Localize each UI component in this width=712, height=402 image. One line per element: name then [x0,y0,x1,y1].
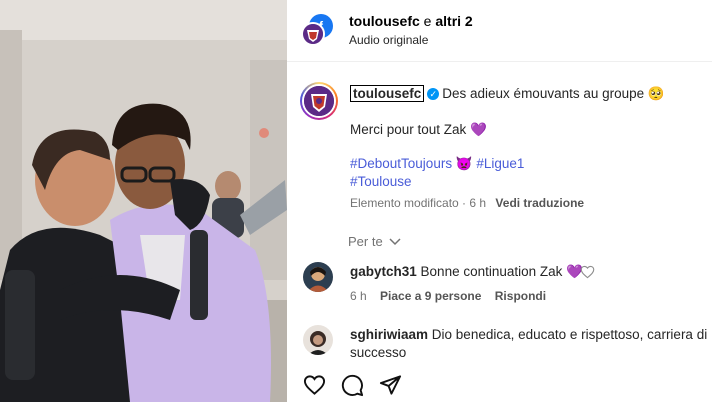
comment-avatar[interactable] [303,325,333,355]
see-translation-link[interactable]: Vedi traduzione [495,196,584,210]
author-username[interactable]: toulousefc [349,13,420,29]
heart-icon[interactable] [303,374,326,396]
caption-username[interactable]: toulousefc [350,85,425,102]
user-avatar-icon [303,325,333,355]
account-avatar[interactable] [301,22,325,46]
hashtag-ligue1[interactable]: #Ligue1 [476,156,524,171]
comment-username[interactable]: gabytch31 [350,264,417,279]
tfc-crest-icon [304,86,334,116]
hashtag-debouttoujours[interactable]: #DeboutToujours 👿 [350,156,476,171]
comment-likes-link[interactable]: Piace a 9 persone [380,289,481,303]
post-authors[interactable]: toulousefc e altri 2 [349,13,473,29]
user-avatar-icon [303,262,333,292]
authors-joiner: e [419,13,436,29]
caption-avatar[interactable] [300,82,338,120]
caption-first-line: toulousefc ✓ Des adieux émouvants au group… [350,85,665,102]
comment-1-meta: 6 h Piace a 9 persone Rispondi [350,289,546,303]
comment-2-line: sghiriwiaam Dio benedica, educato e risp… [350,327,707,342]
comment-1-line: gabytch31 Bonne continuation Zak 💜 [350,264,583,280]
for-you-dropdown[interactable]: Per te [348,234,401,249]
post-sidebar: f toulousefc e altri 2 Audio originale t… [287,0,712,402]
caption-second-line: Merci pour tout Zak 💜 [350,122,487,137]
caption-hashtags: #DeboutToujours 👿 #Ligue1 [350,156,524,172]
comment-icon[interactable] [341,374,364,397]
comment-like-icon[interactable] [580,265,595,279]
audio-label[interactable]: Audio originale [349,33,428,47]
for-you-label: Per te [348,234,383,249]
other-authors[interactable]: altri 2 [435,13,472,29]
edited-time: Elemento modificato · 6 h [350,196,487,210]
reply-button[interactable]: Rispondi [495,289,546,303]
comment-text: Bonne continuation Zak 💜 [420,264,583,279]
caption-text: Des adieux émouvants au groupe 🥺 [442,86,665,101]
comment-avatar[interactable] [303,262,333,292]
caption-meta: Elemento modificato · 6 h Vedi traduzion… [350,196,584,210]
comment-time: 6 h [350,289,367,303]
post-media[interactable] [0,0,287,402]
comment-2-line2: successo [350,345,407,360]
caption-hashtags-line2: #Toulouse [350,174,412,189]
tfc-logo-icon [303,24,323,44]
comment-text: Dio benedica, educato e rispettoso, carr… [431,327,708,342]
verified-badge-icon: ✓ [427,88,440,101]
hashtag-toulouse[interactable]: #Toulouse [350,174,412,189]
post-photo [0,0,287,402]
action-bar [287,368,712,402]
share-icon[interactable] [379,374,402,396]
comment-username[interactable]: sghiriwiaam [350,327,428,342]
post-header: f toulousefc e altri 2 Audio originale [287,0,712,62]
chevron-down-icon [389,238,401,246]
